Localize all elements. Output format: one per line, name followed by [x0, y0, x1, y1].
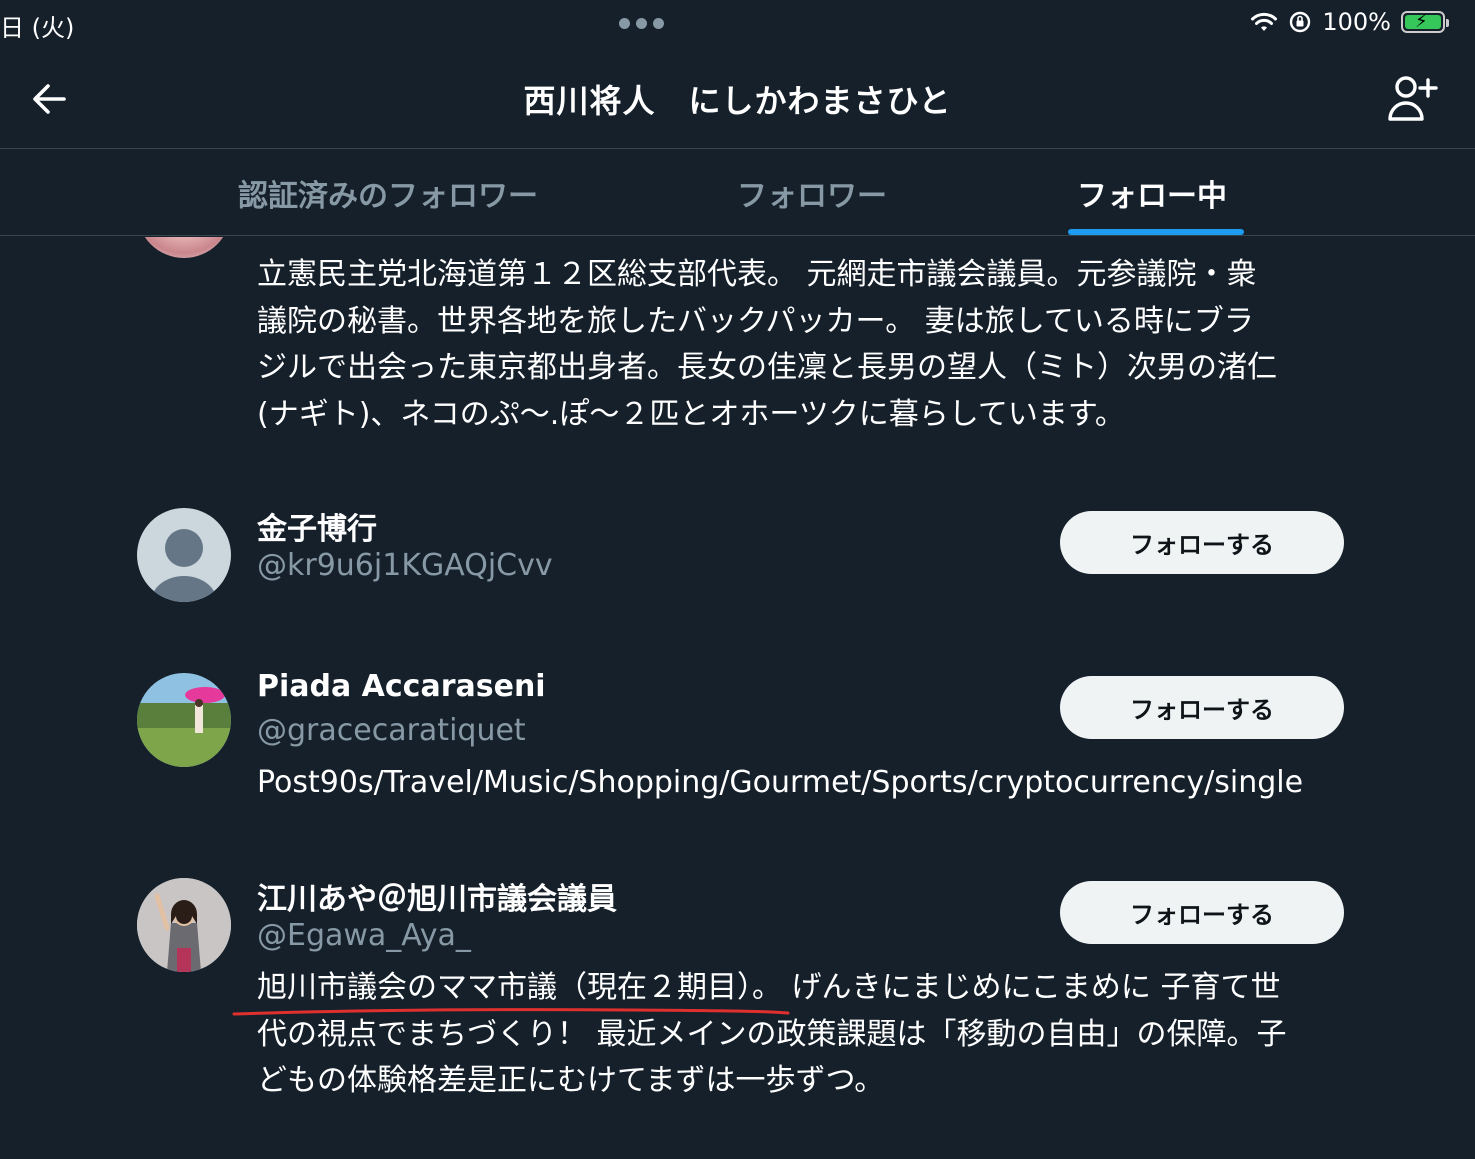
default-avatar-icon[interactable]	[137, 508, 231, 602]
follow-button[interactable]: フォローする	[1060, 511, 1344, 574]
user-handle: @Egawa_Aya_	[257, 918, 471, 953]
user-handle: @gracecaratiquet	[257, 713, 526, 748]
battery-icon: ⚡	[1401, 11, 1449, 33]
bio-line: どもの体験格差是正にむけてまずは一歩ずつ。	[257, 1063, 885, 1098]
follow-tabs: 認証済みのフォロワー フォロワー フォロー中	[0, 148, 1475, 236]
tab-verified-followers[interactable]: 認証済みのフォロワー	[238, 171, 538, 215]
avatar[interactable]	[137, 878, 231, 972]
multitasking-dots-icon[interactable]	[619, 18, 664, 29]
page-title: 西川将人 にしかわまさひと	[523, 82, 952, 120]
active-tab-indicator	[1068, 229, 1244, 235]
avatar[interactable]	[137, 673, 231, 767]
avatar[interactable]	[137, 237, 231, 258]
user-name: Piada Accaraseni	[257, 669, 546, 704]
orientation-lock-icon	[1290, 11, 1311, 33]
bio-line: ジルで出会った東京都出身者。長女の佳凜と長男の望人（ミト）次男の渚仁	[257, 350, 1277, 385]
user-bio: 旭川市議会のママ市議（現在２期目）。 げんきにまじめにこまめに 子育て世 代の視…	[257, 965, 1287, 1105]
user-handle: @kr9u6j1KGAQjCvv	[257, 548, 553, 583]
tab-followers[interactable]: フォロワー	[737, 171, 887, 215]
bio-line: (ナギト)、ネコのぷ〜.ぽ〜２匹とオホーツクに暮らしています。	[257, 396, 1125, 432]
bio-line: 議院の秘書。世界各地を旅したバックパッカー。 妻は旅している時にブラ	[257, 303, 1254, 339]
follow-button[interactable]: フォローする	[1060, 676, 1344, 739]
bio-line: 立憲民主党北海道第１２区総支部代表。 元網走市議会議員。元参議院・衆	[257, 257, 1257, 292]
user-bio: Post90s/Travel/Music/Shopping/Gourmet/Sp…	[257, 760, 1303, 807]
follow-button[interactable]: フォローする	[1060, 881, 1344, 944]
user-name: 江川あや＠旭川市議会議員	[257, 882, 617, 917]
profile-header: 西川将人 にしかわまさひと	[0, 50, 1475, 148]
user-bio: 立憲民主党北海道第１２区総支部代表。 元網走市議会議員。元参議院・衆 議院の秘書…	[257, 252, 1277, 438]
status-indicators: 100% ⚡	[1250, 8, 1449, 36]
tab-following[interactable]: フォロー中	[1077, 171, 1227, 215]
user-name: 金子博行	[257, 512, 377, 547]
red-underline-annotation	[232, 1008, 790, 1016]
status-time: 日 (火)	[0, 14, 75, 42]
bio-line: Post90s/Travel/Music/Shopping/Gourmet/Sp…	[257, 765, 1304, 800]
status-bar: 日 (火) 100% ⚡	[0, 0, 1475, 50]
battery-percent: 100%	[1322, 8, 1391, 36]
add-user-icon[interactable]	[1384, 74, 1440, 124]
wifi-icon	[1251, 12, 1278, 31]
